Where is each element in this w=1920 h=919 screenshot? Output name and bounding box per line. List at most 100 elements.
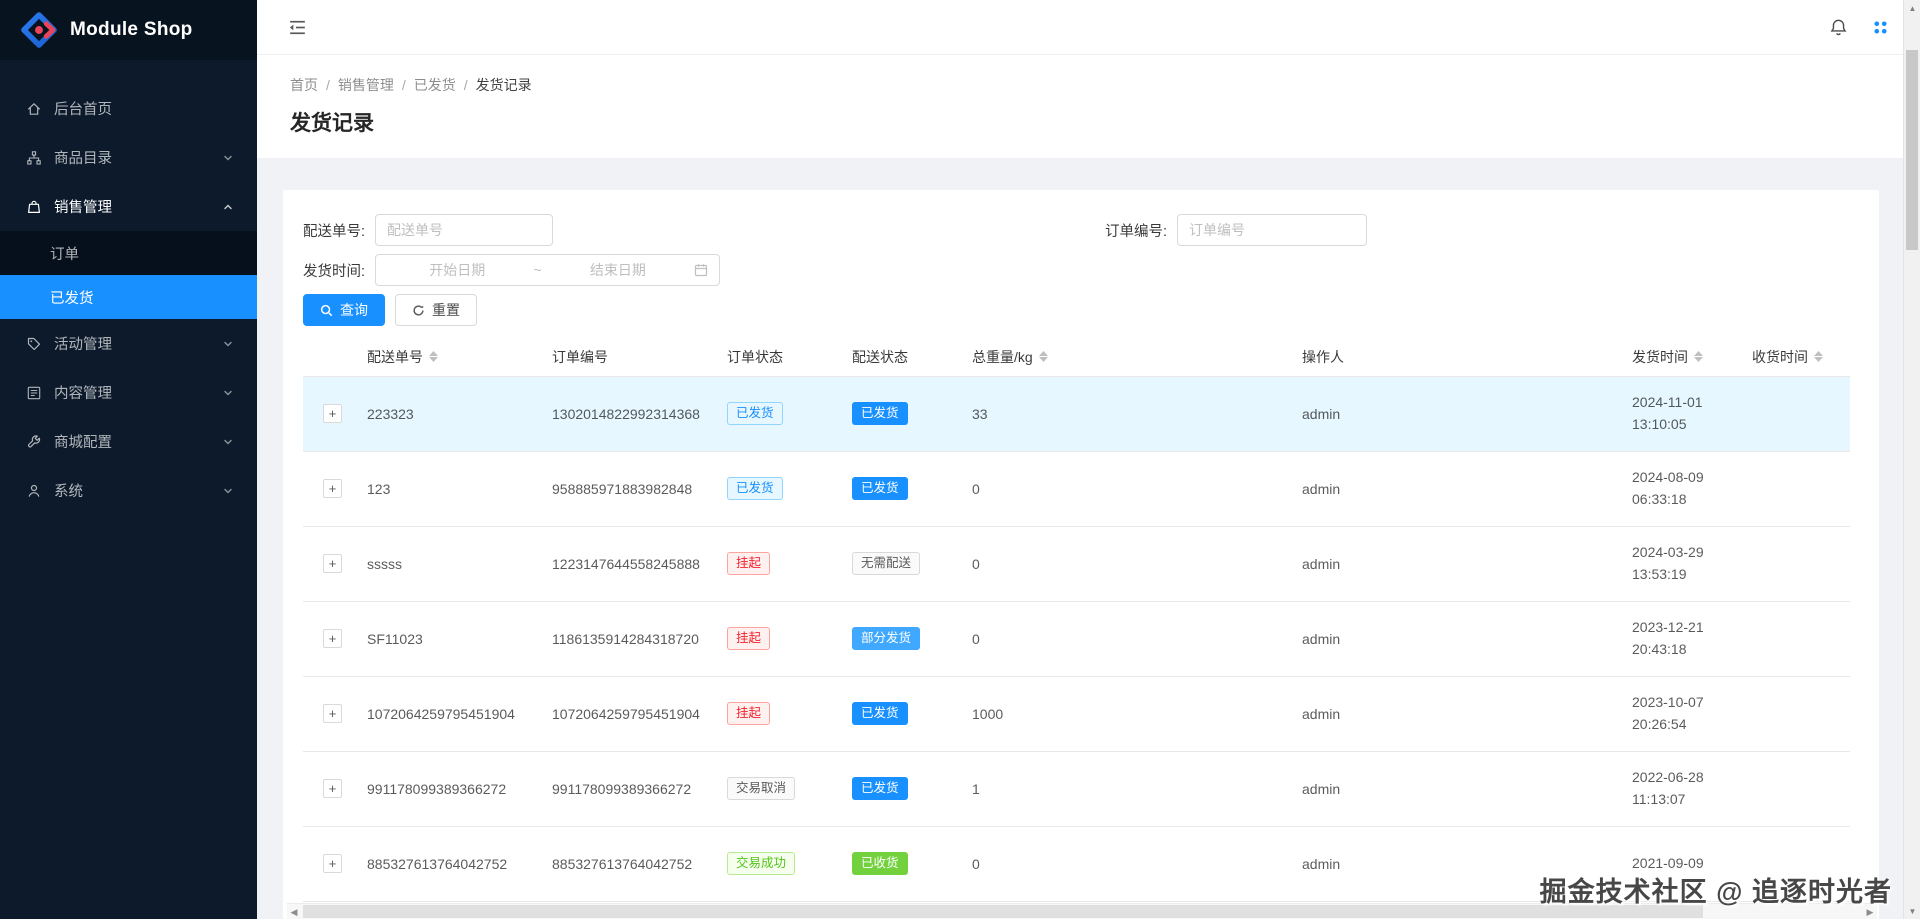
scroll-up-arrow-icon[interactable]: ▲	[1904, 0, 1920, 16]
cell-receive-time	[1736, 376, 1850, 452]
cell-delivery-status: 已发货	[836, 751, 956, 827]
expand-row-button[interactable]: +	[323, 554, 342, 573]
cell-delivery-status: 部分发货	[836, 601, 956, 677]
expand-row-button[interactable]: +	[323, 704, 342, 723]
scroll-down-arrow-icon[interactable]: ▼	[1904, 903, 1920, 919]
sort-carets-icon[interactable]	[1814, 351, 1823, 363]
sort-carets-icon[interactable]	[1694, 351, 1703, 363]
column-label: 订单状态	[727, 348, 783, 365]
cell-delivery-no: sssss	[351, 526, 536, 602]
logo[interactable]: Module Shop	[0, 0, 257, 60]
breadcrumb-item[interactable]: 销售管理	[338, 77, 394, 93]
sidebar-item-home[interactable]: 后台首页	[0, 84, 257, 133]
apps-icon[interactable]	[1872, 19, 1889, 36]
calendar-icon	[694, 263, 708, 277]
status-badge: 已发货	[727, 477, 783, 500]
cell-order-no: 1302014822992314368	[536, 376, 711, 452]
col-delivery-no[interactable]: 配送单号	[351, 338, 536, 377]
cell-delivery-no: 223323	[351, 376, 536, 452]
expand-row-button[interactable]: +	[323, 854, 342, 873]
cell-weight: 0	[956, 601, 1286, 677]
sidebar-item-catalog[interactable]: 商品目录	[0, 133, 257, 182]
cell-delivery-status: 已收货	[836, 826, 956, 902]
cell-weight: 0	[956, 451, 1286, 527]
sidebar-item-sales[interactable]: 销售管理	[0, 182, 257, 231]
end-date-placeholder: 结束日期	[589, 262, 646, 278]
cell-ship-time: 2024-03-29 13:53:19	[1616, 526, 1736, 602]
breadcrumb-item[interactable]: 首页	[290, 77, 318, 93]
delivery-no-label: 配送单号:	[303, 223, 366, 240]
cell-delivery-status: 已发货	[836, 676, 956, 752]
col-weight[interactable]: 总重量/kg	[956, 338, 1286, 377]
search-button[interactable]: 查询	[303, 294, 385, 326]
breadcrumb: 首页 / 销售管理 / 已发货 / 发货记录	[290, 75, 1903, 95]
bell-icon[interactable]	[1829, 18, 1848, 37]
breadcrumb-separator: /	[401, 77, 406, 93]
sidebar-subitem-label: 已发货	[50, 290, 94, 307]
cell-weight: 1	[956, 751, 1286, 827]
horizontal-scrollbar-thumb[interactable]	[303, 905, 1703, 918]
breadcrumb-item[interactable]: 已发货	[414, 77, 456, 93]
vertical-scrollbar[interactable]: ▲ ▼	[1903, 0, 1920, 919]
cell-weight: 33	[956, 376, 1286, 452]
cell-weight: 0	[956, 826, 1286, 902]
order-no-input[interactable]	[1177, 214, 1368, 246]
cell-delivery-no: 1072064259795451904	[351, 676, 536, 752]
chevron-down-icon	[223, 153, 233, 163]
sidebar-subitem-shipped[interactable]: 已发货	[0, 275, 257, 319]
col-order-status: 订单状态	[711, 338, 836, 377]
sidebar-item-system[interactable]: 系统	[0, 466, 257, 515]
sort-carets-icon[interactable]	[429, 351, 438, 363]
sidebar-item-label: 后台首页	[54, 102, 112, 118]
column-label: 收货时间	[1752, 348, 1808, 365]
sidebar-item-label: 系统	[54, 484, 83, 500]
sidebar-item-label: 商城配置	[54, 435, 112, 451]
sidebar-subitem-orders[interactable]: 订单	[0, 231, 257, 275]
cell-order-no: 958885971883982848	[536, 451, 711, 527]
sidebar-subitem-label: 订单	[50, 246, 79, 263]
table-row: + SF11023 1186135914284318720 挂起 部分发货 0 admin 2…	[303, 601, 1850, 677]
cell-delivery-no: 991178099389366272	[351, 751, 536, 827]
sidebar-item-label: 销售管理	[54, 200, 112, 216]
sidebar-item-mall-config[interactable]: 商城配置	[0, 417, 257, 466]
chevron-up-icon	[223, 202, 233, 212]
table-header-row: 配送单号 订单编号 订单状态 配送状态 总重量/kg 操作人 发货时间 收货时间	[303, 338, 1850, 377]
cell-order-no: 1072064259795451904	[536, 676, 711, 752]
column-label: 配送状态	[852, 348, 908, 365]
expand-row-button[interactable]: +	[323, 404, 342, 423]
expand-row-button[interactable]: +	[323, 629, 342, 648]
sidebar-item-activity[interactable]: 活动管理	[0, 319, 257, 368]
config-icon	[26, 434, 42, 450]
cell-operator: admin	[1286, 376, 1616, 452]
vertical-scrollbar-thumb[interactable]	[1906, 50, 1918, 250]
status-badge: 已发货	[727, 402, 783, 425]
menu-fold-icon[interactable]	[287, 17, 308, 38]
status-badge: 已发货	[852, 777, 908, 800]
scroll-left-arrow-icon[interactable]: ◀	[287, 904, 301, 919]
catalog-icon	[26, 150, 42, 166]
col-ship-time[interactable]: 发货时间	[1616, 338, 1736, 377]
cell-operator: admin	[1286, 676, 1616, 752]
cell-operator: admin	[1286, 601, 1616, 677]
delivery-no-input[interactable]	[375, 214, 554, 246]
cell-delivery-status: 已发货	[836, 451, 956, 527]
watermark: 掘金技术社区 @ 追逐时光者	[1539, 877, 1892, 907]
status-badge: 挂起	[727, 552, 771, 575]
sort-carets-icon[interactable]	[1038, 351, 1048, 363]
sidebar: Module Shop 后台首页商品目录销售管理订单已发货活动管理 内容管理商城配…	[0, 0, 257, 919]
table-row: +123 958885971883982848 已发货 已发货 0 admin 2024-0…	[303, 451, 1850, 527]
sales-icon	[26, 199, 42, 215]
sidebar-item-content[interactable]: 内容管理	[0, 368, 257, 417]
cell-delivery-no: 885327613764042752	[351, 826, 536, 902]
expand-row-button[interactable]: +	[323, 779, 342, 798]
cell-ship-time: 2024-11-01 13:10:05	[1616, 376, 1736, 452]
start-date-placeholder: 开始日期	[429, 262, 486, 278]
cell-operator: admin	[1286, 751, 1616, 827]
cell-receive-time	[1736, 451, 1850, 527]
table-row: + sssss 1223147644558245888 挂起 无需配送 0 admin 202…	[303, 526, 1850, 602]
reset-button[interactable]: 重置	[395, 294, 477, 326]
col-receive-time[interactable]: 收货时间	[1736, 338, 1850, 377]
cell-order-status: 挂起	[711, 601, 836, 677]
ship-time-range-picker[interactable]: 开始日期 ~ 结束日期	[375, 254, 721, 286]
expand-row-button[interactable]: +	[323, 479, 342, 498]
